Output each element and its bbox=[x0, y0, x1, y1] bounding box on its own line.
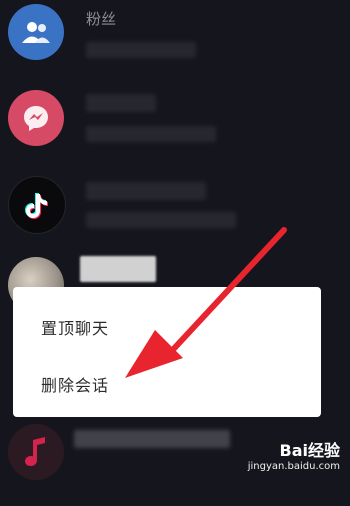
watermark-brand: Bai经验 bbox=[279, 441, 340, 460]
messenger-avatar bbox=[8, 90, 64, 146]
blurred-preview bbox=[86, 126, 216, 142]
blurred-name bbox=[86, 182, 206, 200]
blurred-name bbox=[80, 256, 156, 282]
blurred-name bbox=[74, 430, 230, 448]
blurred-preview bbox=[86, 42, 196, 58]
conversation-row[interactable] bbox=[0, 86, 350, 172]
tiktok-icon bbox=[25, 193, 48, 219]
blurred-preview bbox=[86, 212, 236, 228]
music-note-icon bbox=[25, 437, 45, 466]
row-title: 粉丝 bbox=[86, 10, 117, 28]
music-avatar bbox=[8, 424, 64, 480]
pin-chat-menu-item[interactable]: 置顶聊天 bbox=[41, 315, 109, 339]
messenger-icon bbox=[24, 106, 48, 131]
conversation-row-fans[interactable]: 粉丝 bbox=[0, 0, 350, 86]
context-menu: 置顶聊天 删除会话 bbox=[13, 287, 321, 417]
baidu-jingyan-watermark: Bai经验 jingyan.baidu.com bbox=[248, 437, 340, 472]
blurred-name bbox=[86, 94, 156, 112]
delete-conversation-menu-item[interactable]: 删除会话 bbox=[41, 372, 109, 396]
watermark-url: jingyan.baidu.com bbox=[247, 461, 340, 472]
tiktok-avatar bbox=[8, 176, 66, 234]
fans-avatar bbox=[8, 4, 64, 60]
conversation-row[interactable] bbox=[0, 172, 350, 258]
people-icon bbox=[22, 22, 50, 43]
